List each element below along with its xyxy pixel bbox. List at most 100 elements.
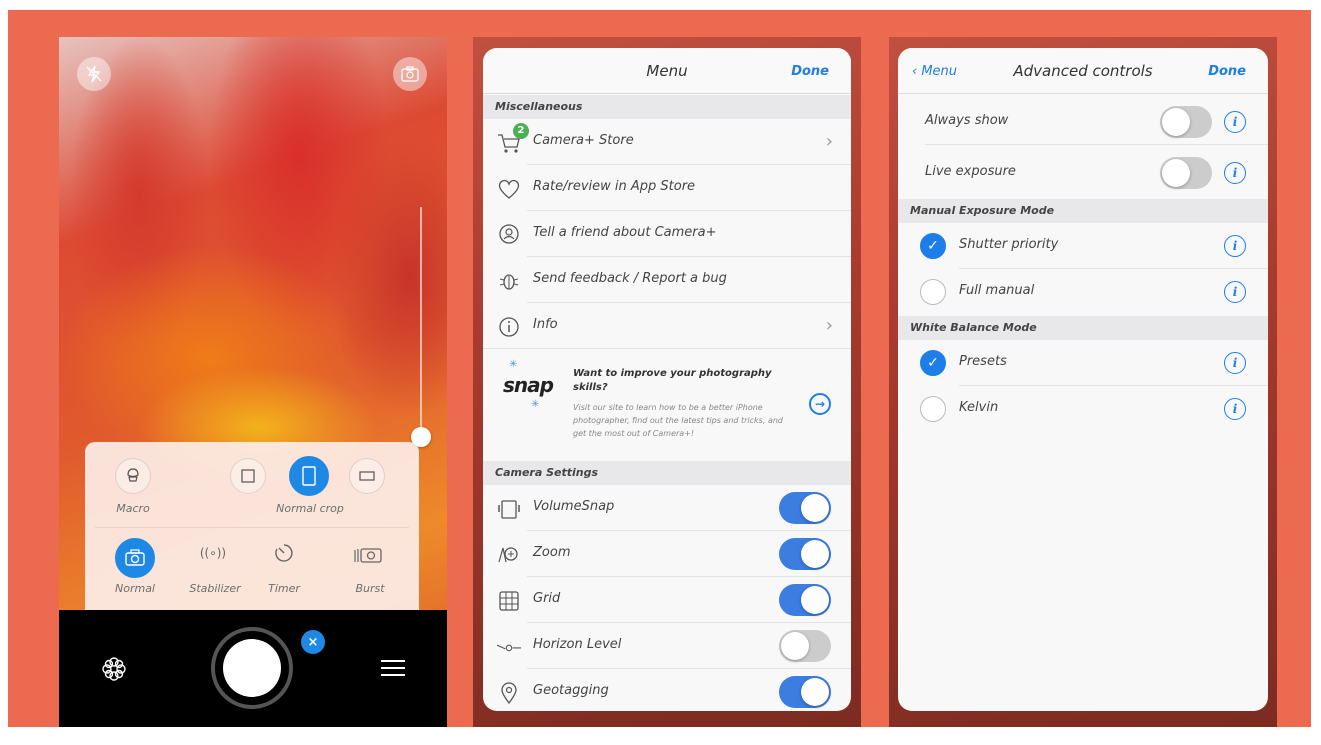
info-icon[interactable]: i [1224, 352, 1246, 374]
done-button[interactable]: Done [791, 64, 829, 79]
section-manual-exposure: Manual Exposure Mode [898, 199, 1268, 223]
option-label: Full manual [959, 283, 1035, 298]
promo-body: Visit our site to learn how to be a bett… [573, 403, 783, 438]
snapsnapsnap-promo[interactable]: snap ✳ ✳ Want to improve your photograph… [483, 349, 851, 459]
done-button[interactable]: Done [1208, 64, 1246, 79]
stabilizer-label: Stabilizer [189, 582, 241, 595]
crop-label: Normal crop [276, 502, 344, 515]
promo-title: Want to improve your photography skills? [573, 368, 772, 393]
menu-item-tell-friend[interactable]: Tell a friend about Camera+ [483, 211, 851, 257]
timer-button[interactable] [273, 542, 295, 568]
option-label: Shutter priority [959, 237, 1059, 252]
kelvin-option[interactable]: Kelvin i [898, 386, 1268, 432]
volumesnap-toggle[interactable] [779, 492, 831, 524]
option-label: Presets [959, 354, 1007, 369]
presets-option[interactable]: ✓ Presets i [898, 340, 1268, 386]
grid-toggle[interactable] [779, 584, 831, 616]
menu-item-label: Tell a friend about Camera+ [533, 225, 717, 240]
menu-item-store[interactable]: 2 Camera+ Store › [483, 119, 851, 165]
horizon-level-toggle[interactable] [779, 630, 831, 662]
chevron-right-icon: › [825, 315, 833, 336]
info-icon[interactable]: i [1224, 281, 1246, 303]
row-divider [925, 144, 1268, 145]
setting-label: Geotagging [533, 683, 609, 698]
section-camera-settings: Camera Settings [483, 461, 851, 485]
crop-wide-button[interactable] [349, 458, 385, 494]
flash-off-button[interactable] [77, 57, 111, 91]
macro-label: Macro [116, 502, 150, 515]
zoom-icon [497, 543, 521, 567]
radio-empty-icon[interactable] [920, 396, 946, 422]
shutter-button[interactable] [211, 627, 293, 709]
setting-grid: Grid [483, 577, 851, 623]
section-miscellaneous: Miscellaneous [483, 95, 851, 119]
normal-label: Normal [115, 582, 155, 595]
advanced-controls-sheet: ‹ Menu Advanced controls Done Always sho… [898, 48, 1268, 711]
info-icon[interactable]: i [1224, 162, 1246, 184]
menu-item-info[interactable]: Info › [483, 303, 851, 349]
friend-bubble-icon [497, 223, 521, 247]
checkmark-icon[interactable]: ✓ [920, 350, 946, 376]
timer-label: Timer [268, 582, 300, 595]
timer-icon [275, 544, 293, 562]
setting-label: VolumeSnap [533, 499, 615, 514]
exposure-slider-track[interactable] [420, 207, 422, 437]
radio-empty-icon[interactable] [920, 279, 946, 305]
info-circle-icon [497, 315, 521, 339]
live-exposure-toggle[interactable] [1160, 157, 1212, 189]
live-exposure-row: Live exposure i [898, 150, 1268, 196]
wide-crop-icon [359, 471, 375, 481]
menu-sheet: Menu Done Miscellaneous 2 Camera+ Store … [483, 48, 851, 711]
always-show-toggle[interactable] [1160, 106, 1212, 138]
full-manual-option[interactable]: Full manual i [898, 269, 1268, 315]
sparkle-icon: ✳ [531, 399, 540, 410]
square-crop-icon [241, 469, 255, 483]
camera-viewfinder[interactable]: Macro Normal crop Normal ((∘)) Stabilize… [59, 37, 447, 727]
menu-button[interactable] [380, 658, 406, 682]
menu-item-label: Rate/review in App Store [533, 179, 696, 194]
lab-button[interactable] [101, 656, 127, 686]
menu-item-rate[interactable]: Rate/review in App Store [483, 165, 851, 211]
volume-snap-icon [497, 497, 521, 521]
crop-square-button[interactable] [230, 458, 266, 494]
info-icon[interactable]: i [1224, 111, 1246, 133]
flash-off-icon [86, 65, 102, 83]
advanced-navbar: ‹ Menu Advanced controls Done [898, 48, 1268, 94]
macro-flower-icon [127, 468, 139, 482]
shutter-inner [223, 639, 281, 697]
zoom-toggle[interactable] [779, 538, 831, 570]
info-icon[interactable]: i [1224, 235, 1246, 257]
switch-camera-icon [401, 66, 419, 82]
switch-camera-button[interactable] [393, 57, 427, 91]
macro-button[interactable] [115, 458, 151, 494]
location-pin-icon [497, 681, 521, 705]
burst-icon [354, 548, 382, 563]
close-mode-sheet-button[interactable]: × [301, 630, 325, 654]
sparkle-icon: ✳ [509, 359, 518, 370]
setting-label: Horizon Level [533, 637, 622, 652]
arrow-right-icon[interactable]: → [809, 393, 831, 415]
menu-item-label: Info [533, 317, 558, 332]
normal-mode-button[interactable] [115, 538, 155, 578]
geotagging-toggle[interactable] [779, 676, 831, 708]
snap-logo: snap [503, 373, 554, 397]
shutter-priority-option[interactable]: ✓ Shutter priority i [898, 223, 1268, 269]
setting-zoom: Zoom [483, 531, 851, 577]
setting-geotagging: Geotagging [483, 669, 851, 711]
crop-normal-button[interactable] [289, 456, 329, 496]
setting-label: Zoom [533, 545, 571, 560]
menu-item-label: Camera+ Store [533, 133, 634, 148]
menu-navbar: Menu Done [483, 48, 851, 94]
info-icon[interactable]: i [1224, 398, 1246, 420]
burst-button[interactable] [353, 544, 383, 568]
chevron-right-icon: › [825, 131, 833, 152]
camera-icon [125, 549, 145, 566]
live-exposure-label: Live exposure [925, 164, 1016, 179]
checkmark-icon[interactable]: ✓ [920, 233, 946, 259]
setting-label: Grid [533, 591, 561, 606]
stabilizer-icon[interactable]: ((∘)) [193, 546, 233, 560]
shooting-mode-sheet: Macro Normal crop Normal ((∘)) Stabilize… [85, 442, 419, 610]
burst-label: Burst [355, 582, 385, 595]
bug-icon [497, 269, 521, 293]
menu-item-feedback[interactable]: Send feedback / Report a bug [483, 257, 851, 303]
